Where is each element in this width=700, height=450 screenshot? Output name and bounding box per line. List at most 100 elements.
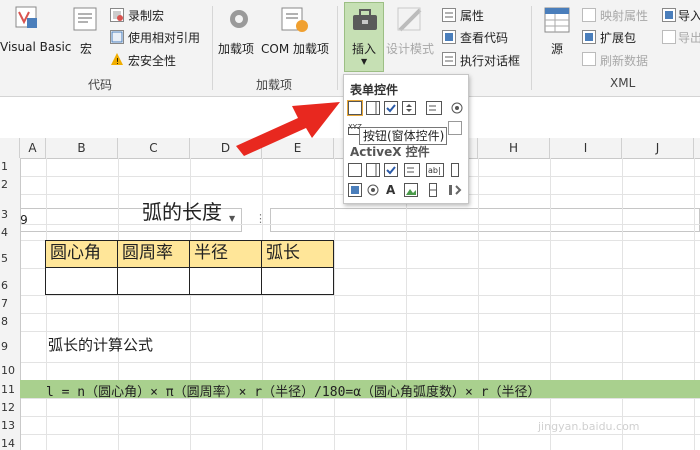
value-cell[interactable] [45, 267, 118, 295]
chevron-down-icon: ▼ [361, 57, 368, 66]
activex-combobox-icon[interactable] [366, 163, 380, 177]
gridline [622, 158, 623, 450]
macro-security-button[interactable]: 宏安全性 [128, 52, 176, 69]
column-header[interactable]: H [478, 138, 550, 158]
macros-button[interactable]: 宏 [80, 40, 92, 57]
com-addins-button[interactable]: COM 加载项 [261, 40, 329, 57]
header-cell[interactable]: 半径 [189, 240, 262, 268]
red-arrow-annotation [236, 102, 340, 156]
gridline [20, 313, 700, 314]
code-group-label: 代码 [88, 78, 113, 92]
run-dialog-icon [442, 52, 456, 66]
more-controls-icon[interactable] [448, 183, 462, 197]
expansion-pack-button[interactable]: 扩展包 [600, 29, 636, 46]
activex-image-icon[interactable] [404, 183, 418, 197]
header-cell[interactable]: 圆心角 [45, 240, 118, 268]
form-button-icon[interactable] [348, 101, 362, 115]
relative-reference-icon [110, 30, 124, 44]
activex-listbox-icon[interactable] [404, 163, 420, 177]
row-header[interactable]: 3 [0, 208, 20, 221]
button-tooltip: 按钮(窗体控件) [359, 127, 447, 145]
addins-button[interactable]: 加载项 [218, 40, 254, 57]
activex-option-icon[interactable] [366, 183, 380, 197]
record-macro-button[interactable]: 录制宏 [128, 7, 164, 24]
value-cell[interactable] [117, 267, 190, 295]
visual-basic-icon [14, 4, 40, 32]
gridline [478, 158, 479, 450]
form-controls-title: 表单控件 [350, 83, 399, 97]
row-header[interactable]: 2 [0, 178, 20, 191]
visual-basic-button[interactable]: Visual Basic [0, 40, 71, 54]
form-checkbox-icon[interactable] [384, 101, 398, 115]
design-mode-icon [396, 6, 424, 34]
form-listbox-icon[interactable] [426, 101, 442, 115]
map-properties-icon [582, 8, 596, 22]
activex-toggle-icon[interactable] [348, 183, 362, 197]
activex-checkbox-icon[interactable] [384, 163, 398, 177]
warning-icon: ! [110, 52, 124, 66]
form-combobox-icon[interactable] [366, 101, 380, 115]
row-header[interactable]: 10 [0, 364, 20, 377]
chevron-down-icon: ▼ [229, 214, 236, 223]
xml-group-label: XML [610, 76, 636, 90]
gridline [20, 295, 700, 296]
activex-scrollbar-icon[interactable] [448, 163, 462, 177]
design-mode-button[interactable]: 设计模式 [386, 40, 434, 57]
gridline [118, 158, 119, 450]
row-header[interactable]: 14 [0, 437, 20, 450]
column-header[interactable]: A [20, 138, 46, 158]
activex-title: ActiveX 控件 [350, 145, 430, 159]
select-all-corner[interactable] [0, 138, 20, 158]
activex-button-icon[interactable] [348, 163, 362, 177]
source-button[interactable]: 源 [551, 40, 563, 57]
insert-button[interactable]: 插入 ▼ [344, 2, 384, 72]
com-addins-icon [280, 6, 310, 34]
column-header[interactable]: J [622, 138, 694, 158]
svg-text:ab|: ab| [428, 166, 441, 175]
gridline [46, 158, 47, 450]
gridline [334, 158, 335, 450]
row-header[interactable]: 5 [0, 252, 20, 265]
properties-button[interactable]: 属性 [460, 7, 484, 24]
formula-title[interactable]: 弧长的计算公式 [48, 334, 153, 355]
form-option-button-icon[interactable] [450, 101, 464, 115]
column-header[interactable]: B [46, 138, 118, 158]
row-header[interactable]: 12 [0, 401, 20, 414]
row-header[interactable]: 9 [0, 340, 20, 353]
column-header[interactable]: I [550, 138, 622, 158]
value-cell[interactable] [189, 267, 262, 295]
form-label-icon[interactable] [448, 121, 462, 135]
row-header[interactable]: 8 [0, 315, 20, 328]
activex-textbox-icon[interactable]: ab| [426, 163, 444, 177]
row-header[interactable]: 13 [0, 419, 20, 432]
column-header[interactable]: C [118, 138, 190, 158]
form-spinner-icon[interactable] [402, 101, 416, 115]
row-header[interactable]: 4 [0, 226, 20, 239]
map-properties-button[interactable]: 映射属性 [600, 7, 648, 24]
expansion-pack-icon [582, 30, 596, 44]
sheet-title[interactable]: 弧的长度 [142, 196, 222, 225]
refresh-data-button[interactable]: 刷新数据 [600, 52, 648, 69]
macros-icon [72, 4, 100, 34]
gridline [20, 416, 700, 417]
view-code-button[interactable]: 查看代码 [460, 29, 508, 46]
gridline [262, 158, 263, 450]
activex-label-icon[interactable]: A [386, 183, 400, 197]
watermark: jingyan.baidu.com [538, 420, 640, 433]
activex-spinner-icon[interactable] [426, 183, 440, 197]
run-dialog-button[interactable]: 执行对话框 [460, 52, 520, 69]
formula-row[interactable]: l = n（圆心角）× π（圆周率）× r（半径）/180=α（圆心角弧度数）×… [20, 380, 700, 400]
relative-reference-button[interactable]: 使用相对引用 [128, 29, 200, 46]
header-cell[interactable]: 弧长 [261, 240, 334, 268]
svg-text:!: ! [116, 57, 119, 66]
row-header[interactable]: 11 [0, 383, 20, 396]
row-header[interactable]: 7 [0, 297, 20, 310]
addins-gear-icon [226, 6, 252, 32]
row-header[interactable]: 1 [0, 160, 20, 173]
import-button[interactable]: 导入 [678, 7, 700, 24]
export-button[interactable]: 导出 [678, 29, 700, 46]
row-header[interactable]: 6 [0, 279, 20, 292]
source-icon [543, 6, 571, 34]
value-cell[interactable] [261, 267, 334, 295]
header-cell[interactable]: 圆周率 [117, 240, 190, 268]
